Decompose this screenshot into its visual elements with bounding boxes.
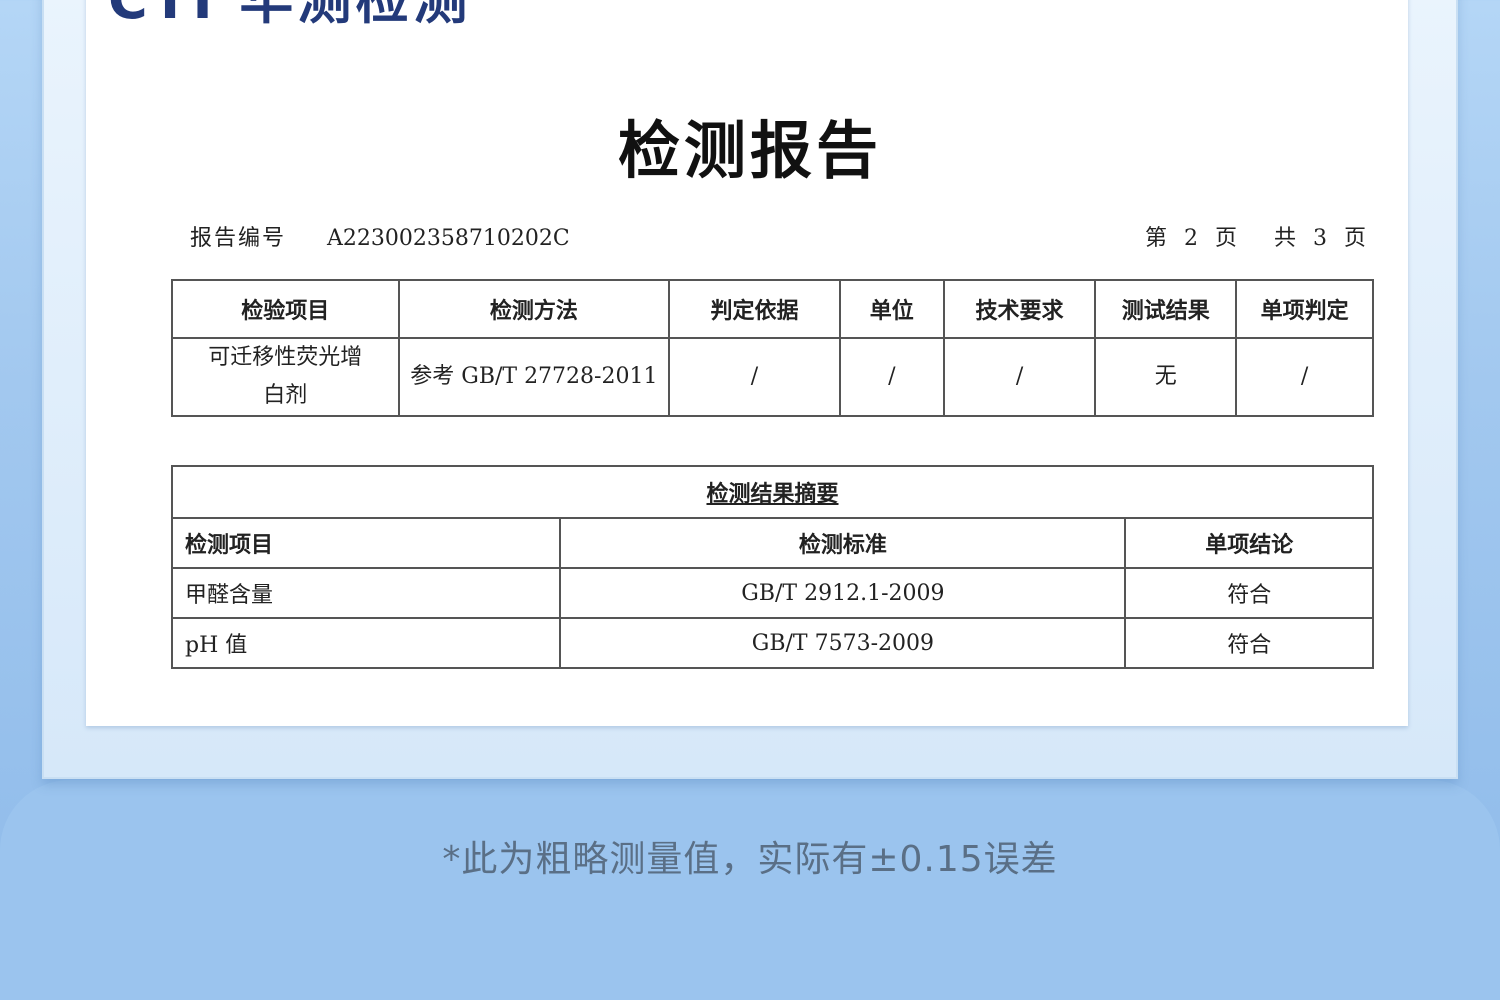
- total-suffix: 页: [1343, 226, 1368, 251]
- basis-cell: /: [668, 337, 841, 417]
- table-header-row: 检验项目 检测方法 判定依据 单位 技术要求 测试结果 单项判定: [171, 279, 1374, 339]
- header-cell: 测试结果: [1094, 279, 1238, 339]
- header-cell: 检测方法: [397, 279, 671, 339]
- report-number-value: A223002358710202C: [327, 226, 570, 251]
- report-title: 检测报告: [617, 114, 882, 187]
- header-cell: 检验项目: [171, 279, 400, 339]
- table-row: pH 值 GB/T 7573-2009 符合: [170, 617, 1374, 669]
- verdict-cell: /: [1235, 337, 1374, 417]
- summary-caption-row: 检测结果摘要: [171, 465, 1374, 519]
- inspection-table: 检验项目 检测方法 判定依据 单位 技术要求 测试结果 单项判定 可迁移性荧光增…: [171, 279, 1374, 417]
- standard-cell: GB/T 7573-2009: [559, 617, 1127, 669]
- page-indicator: 第 2 页 共 3 页: [1139, 220, 1368, 252]
- table-row: 可迁移性荧光增 白剂 参考 GB/T 27728-2011 / / / 无 /: [171, 337, 1374, 417]
- method-cell: 参考 GB/T 27728-2011: [397, 337, 671, 417]
- item-cell: pH 值: [170, 617, 562, 669]
- header-cell: 检测标准: [559, 517, 1127, 569]
- table-header-row: 检测项目 检测标准 单项结论: [170, 517, 1374, 569]
- header-cell: 判定依据: [668, 279, 841, 339]
- requirement-cell: /: [942, 337, 1097, 417]
- page-current: 2: [1183, 226, 1200, 251]
- bottom-panel: [0, 780, 1500, 1000]
- page-prefix: 第: [1144, 226, 1169, 251]
- header-cell: 单位: [838, 279, 945, 339]
- brand-logo-text: CTI 华测检测: [108, 0, 471, 28]
- item-cell: 甲醛含量: [170, 567, 562, 619]
- report-number: 报告编号 A223002358710202C: [190, 220, 570, 252]
- unit-cell: /: [838, 337, 945, 417]
- item-line-2: 白剂: [263, 383, 308, 408]
- item-cell: 可迁移性荧光增 白剂: [171, 337, 400, 417]
- table-row: 甲醛含量 GB/T 2912.1-2009 符合: [170, 567, 1374, 619]
- summary-table: 检测结果摘要 检测项目 检测标准 单项结论 甲醛含量 GB/T 2912.1-2…: [170, 465, 1374, 669]
- result-cell: 无: [1094, 337, 1238, 417]
- header-cell: 技术要求: [942, 279, 1097, 339]
- header-cell: 检测项目: [170, 517, 562, 569]
- conclusion-cell: 符合: [1124, 617, 1374, 669]
- header-cell: 单项结论: [1124, 517, 1374, 569]
- report-number-label: 报告编号: [190, 226, 287, 251]
- summary-caption: 检测结果摘要: [171, 465, 1374, 519]
- conclusion-cell: 符合: [1124, 567, 1374, 619]
- standard-cell: GB/T 2912.1-2009: [559, 567, 1127, 619]
- item-line-1: 可迁移性荧光增: [208, 345, 363, 370]
- total-prefix: 共: [1273, 226, 1298, 251]
- header-cell: 单项判定: [1235, 279, 1374, 339]
- page-total: 3: [1312, 226, 1329, 251]
- measurement-note: *此为粗略测量值，实际有±0.15误差: [442, 839, 1058, 880]
- page-word: 页: [1214, 226, 1239, 251]
